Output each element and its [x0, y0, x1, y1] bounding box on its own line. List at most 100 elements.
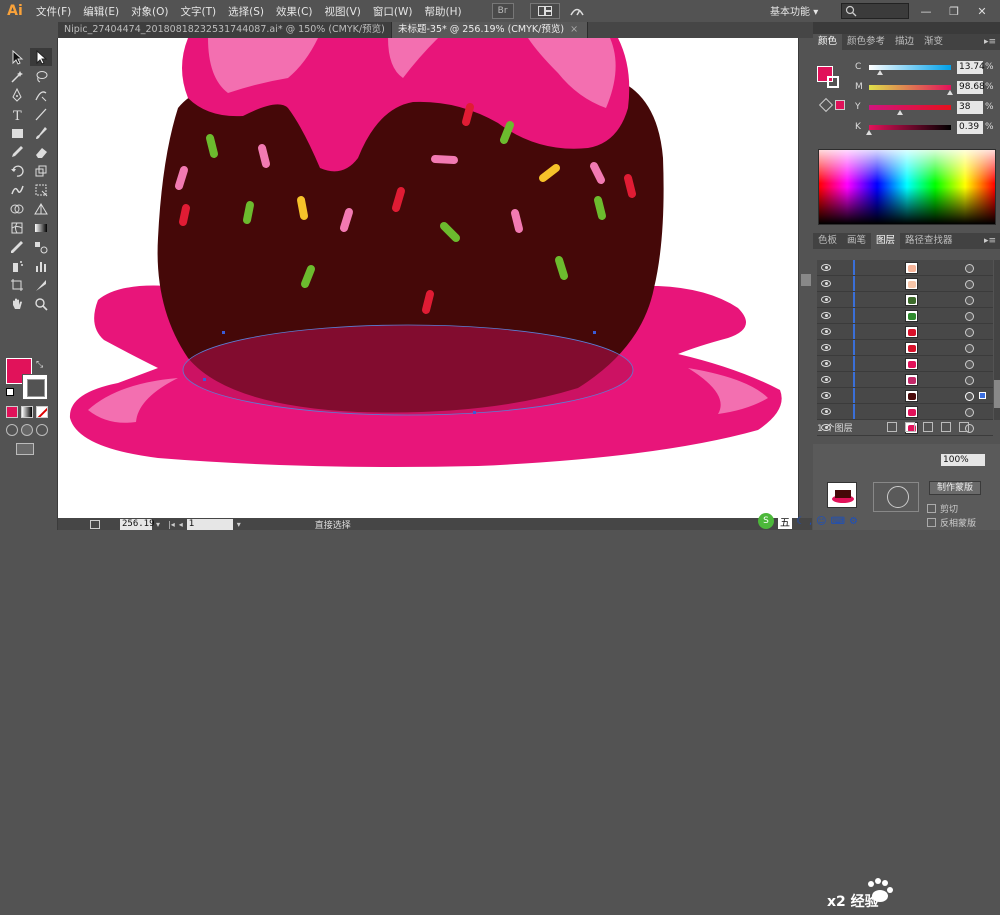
rectangle-tool-icon[interactable]	[6, 124, 28, 142]
scale-tool-icon[interactable]	[30, 162, 52, 180]
invert-mask-checkbox[interactable]	[927, 518, 936, 527]
close-button[interactable]: ✕	[970, 3, 994, 19]
target-icon[interactable]	[965, 280, 974, 289]
target-icon[interactable]	[965, 328, 974, 337]
stroke-swatch-panel[interactable]	[827, 76, 839, 88]
layer-row[interactable]	[817, 308, 993, 324]
tab-untitled-35[interactable]: 未标题-35* @ 256.19% (CMYK/预览) ×	[392, 22, 588, 38]
magic-wand-tool-icon[interactable]	[6, 67, 28, 85]
zoom-tool-icon[interactable]	[30, 295, 52, 313]
share-icon[interactable]	[90, 519, 100, 529]
comma-icon[interactable]: ,	[809, 516, 812, 527]
layer-row[interactable]	[817, 324, 993, 340]
web-safe-swatch[interactable]	[835, 100, 845, 110]
locate-object-icon[interactable]	[886, 422, 897, 432]
layer-row[interactable]	[817, 340, 993, 356]
free-transform-tool-icon[interactable]	[30, 181, 52, 199]
tab-color-panel-2[interactable]: 描边	[890, 34, 919, 50]
opacity-field[interactable]: 100%	[941, 454, 985, 466]
cmyk-slider[interactable]	[866, 124, 951, 135]
gpu-performance-icon[interactable]	[566, 3, 588, 19]
tab-layers-panel-2[interactable]: 图层	[871, 233, 901, 249]
cmyk-value-field[interactable]: 38	[957, 100, 983, 114]
mesh-tool-icon[interactable]	[6, 219, 28, 237]
layer-row[interactable]	[817, 404, 993, 420]
menu-item[interactable]: 编辑(E)	[77, 4, 125, 19]
eye-icon[interactable]	[821, 264, 831, 271]
mask-thumb[interactable]	[827, 482, 857, 508]
cmyk-slider[interactable]	[869, 84, 953, 95]
swap-colors-icon[interactable]: ⤡	[36, 360, 46, 370]
pen-tool-icon[interactable]	[6, 86, 28, 104]
layer-row[interactable]	[817, 276, 993, 292]
layer-row[interactable]	[817, 372, 993, 388]
menu-item[interactable]: 文件(F)	[30, 4, 77, 19]
type-tool-icon[interactable]: T	[6, 105, 28, 123]
cmyk-value-field[interactable]: 0.39	[957, 120, 983, 134]
invert-mask-checkbox-row[interactable]: 反相蒙版	[927, 516, 976, 529]
slider-knob[interactable]	[866, 129, 873, 135]
layer-row[interactable]	[817, 260, 993, 276]
lasso-tool-icon[interactable]	[30, 67, 52, 85]
artboard-number-field[interactable]: 1	[186, 518, 233, 530]
tab-layers-panel-0[interactable]: 色板	[813, 233, 842, 249]
menu-item[interactable]: 视图(V)	[319, 4, 367, 19]
moon-icon[interactable]: ☾	[796, 516, 805, 527]
mask-empty-thumb[interactable]	[873, 482, 919, 512]
blend-tool-icon[interactable]	[30, 238, 52, 256]
draw-behind-icon[interactable]	[21, 424, 33, 436]
default-colors-icon[interactable]	[6, 388, 14, 396]
menu-item[interactable]: 窗口(W)	[367, 4, 419, 19]
arrange-documents-icon[interactable]	[529, 3, 560, 19]
hand-tool-icon[interactable]	[6, 295, 28, 313]
anchor-point[interactable]	[203, 378, 206, 381]
gradient-tool-icon[interactable]	[30, 219, 52, 237]
eyedropper-tool-icon[interactable]	[6, 238, 28, 256]
cmyk-value-field[interactable]: 98.68	[957, 80, 985, 94]
previous-artboard-icon[interactable]: ◂	[179, 520, 183, 529]
target-icon[interactable]	[965, 392, 974, 401]
ime-language[interactable]: 五	[778, 513, 792, 529]
clip-mask-icon[interactable]	[904, 422, 915, 432]
eye-icon[interactable]	[821, 312, 831, 319]
target-icon[interactable]	[965, 344, 974, 353]
delete-icon[interactable]	[958, 422, 969, 432]
column-graph-tool-icon[interactable]	[30, 257, 52, 275]
eye-icon[interactable]	[821, 360, 831, 367]
minimize-button[interactable]: —	[914, 3, 938, 19]
first-artboard-icon[interactable]: |◂	[168, 520, 175, 529]
close-icon[interactable]: ×	[570, 24, 578, 35]
target-icon[interactable]	[965, 360, 974, 369]
layer-row[interactable]	[817, 388, 993, 404]
direct-selection-tool-icon[interactable]	[30, 48, 52, 66]
slider-knob[interactable]	[897, 109, 904, 115]
vertical-scrollbar[interactable]	[798, 38, 812, 518]
tab-color-panel-0[interactable]: 颜色	[813, 34, 843, 50]
ime-logo-icon[interactable]: S	[758, 513, 774, 529]
out-of-gamut-icon[interactable]	[818, 97, 834, 113]
chevron-down-icon[interactable]: ▾	[237, 520, 241, 529]
curvature-tool-icon[interactable]	[30, 86, 52, 104]
canvas[interactable]	[58, 38, 798, 518]
tab-nipic-document[interactable]: Nipic_27404474_20180818232531744087.ai* …	[58, 22, 399, 38]
anchor-point[interactable]	[473, 411, 476, 414]
target-icon[interactable]	[965, 264, 974, 273]
panel-menu-icon[interactable]: ▸≡	[984, 236, 996, 246]
perspective-tool-icon[interactable]	[30, 200, 52, 218]
make-mask-button[interactable]: 制作蒙版	[929, 481, 981, 495]
panel-menu-icon[interactable]: ▸≡	[984, 37, 996, 47]
panel-collapse-bar[interactable]	[813, 22, 1000, 34]
pencil-tool-icon[interactable]	[6, 143, 28, 161]
slider-knob[interactable]	[877, 69, 884, 75]
color-spectrum[interactable]	[818, 149, 996, 225]
layers-scrollbar[interactable]	[994, 260, 1000, 420]
selection-tool-icon[interactable]	[6, 48, 28, 66]
slice-tool-icon[interactable]	[30, 276, 52, 294]
artboard-tool-icon[interactable]	[6, 276, 28, 294]
anchor-point[interactable]	[593, 331, 596, 334]
draw-normal-icon[interactable]	[6, 424, 18, 436]
tab-color-panel-3[interactable]: 渐变	[919, 34, 948, 50]
layer-row[interactable]	[817, 356, 993, 372]
clip-checkbox[interactable]	[927, 504, 936, 513]
target-icon[interactable]	[965, 296, 974, 305]
